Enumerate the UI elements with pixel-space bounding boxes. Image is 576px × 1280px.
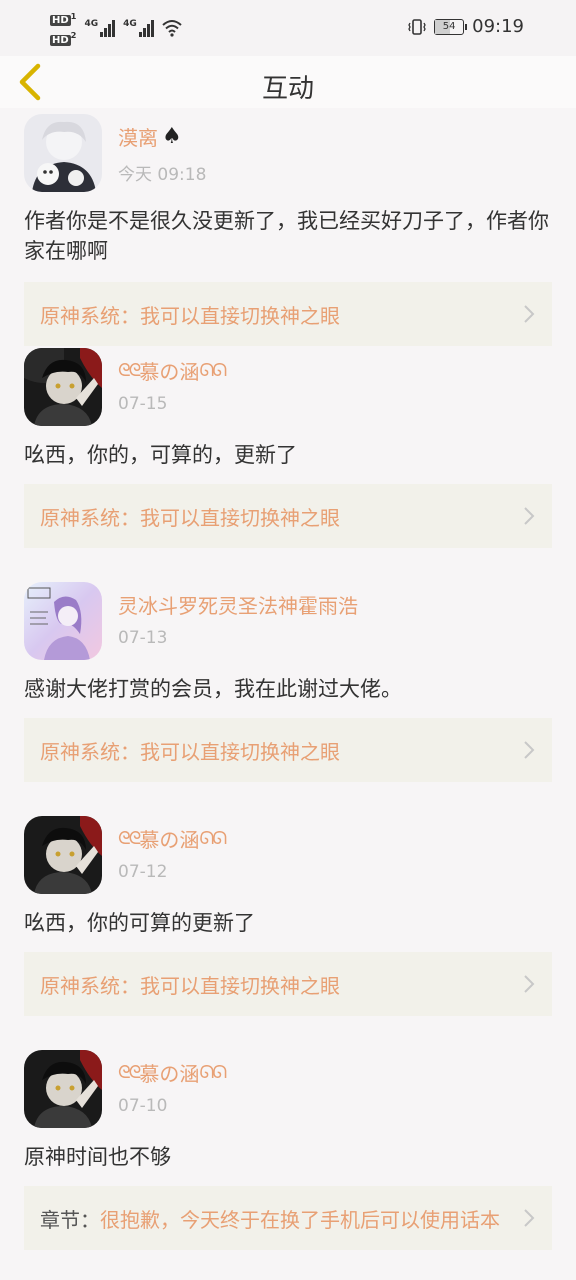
chevron-right-icon (524, 975, 535, 993)
comment-item: 漠离 ♠ 今天 09:18 作者你是不是很久没更新了，我已经买好刀子了，作者你家在… (0, 108, 576, 346)
chevron-right-icon (524, 507, 535, 525)
avatar[interactable] (24, 816, 102, 894)
spade-icon: ♠ (162, 124, 182, 149)
username[interactable]: 漠离 ♠ (118, 122, 182, 151)
comment-item: 灵冰斗罗死灵圣法神霍雨浩 07-13 感谢大佬打赏的会员，我在此谢过大佬。 原神… (0, 576, 576, 810)
chapter-link-card[interactable]: 章节：很抱歉，今天终于在换了手机后可以使用话本 (24, 1186, 552, 1250)
decoration-icon: ᘓᘓ (118, 828, 141, 849)
comment-text: 原神时间也不够 (24, 1145, 171, 1169)
signal-icon: 4G (123, 19, 154, 38)
comment-time: 07-12 (118, 862, 168, 882)
avatar[interactable] (24, 582, 102, 660)
comment-text: 吆西，你的，可算的，更新了 (24, 443, 297, 467)
avatar[interactable] (24, 114, 102, 192)
comment-feed[interactable]: 漠离 ♠ 今天 09:18 作者你是不是很久没更新了，我已经买好刀子了，作者你家在… (0, 108, 576, 1278)
decoration-icon: ᘓᘓ (118, 1062, 141, 1083)
comment-time: 今天 09:18 (118, 165, 207, 185)
comment-time: 07-15 (118, 394, 168, 414)
comment-text: 吆西，你的可算的更新了 (24, 911, 255, 935)
book-link-card[interactable]: 原神系统：我可以直接切换神之眼 (24, 282, 552, 346)
comment-item: ᘓᘓ 慕の涵 ᘏᘏ 07-10 原神时间也不够 章节：很抱歉，今天终于在换了手机… (0, 1044, 576, 1278)
comment-item: ᘓᘓ 慕の涵 ᘏᘏ 07-15 吆西，你的，可算的，更新了 原神系统：我可以直接… (0, 342, 576, 576)
nav-bar: 互动 (0, 56, 576, 108)
chapter-prefix: 章节： (40, 1207, 100, 1232)
signal-icon: 4G (84, 19, 116, 38)
username[interactable]: ᘓᘓ 慕の涵 ᘏᘏ (118, 824, 227, 853)
comment-text: 感谢大佬打赏的会员，我在此谢过大佬。 (24, 677, 402, 701)
book-link-text: 原神系统：我可以直接切换神之眼 (40, 739, 340, 764)
hd-icon: HD 2 (50, 30, 77, 46)
hd-icon: HD 1 (50, 11, 77, 27)
avatar[interactable] (24, 348, 102, 426)
book-link-card[interactable]: 原神系统：我可以直接切换神之眼 (24, 484, 552, 548)
vibrate-icon (408, 18, 426, 35)
comment-time: 07-13 (118, 628, 168, 648)
battery-icon: 54 (434, 18, 468, 35)
avatar[interactable] (24, 1050, 102, 1128)
decoration-icon: ᘏᘏ (199, 360, 227, 381)
decoration-icon: ᘏᘏ (199, 1062, 227, 1083)
clock: 09:19 (472, 16, 524, 37)
chevron-right-icon (524, 741, 535, 759)
book-link-card[interactable]: 原神系统：我可以直接切换神之眼 (24, 952, 552, 1016)
book-link-text: 原神系统：我可以直接切换神之眼 (40, 505, 340, 530)
wifi-icon (162, 20, 182, 37)
comment-time: 07-10 (118, 1096, 168, 1116)
comment-text: 作者你是不是很久没更新了，我已经买好刀子了，作者你家在哪啊 (24, 209, 549, 263)
status-bar: HD 1 HD 2 4G 4G 54 09:19 (0, 0, 576, 56)
chevron-right-icon (524, 305, 535, 323)
book-link-card[interactable]: 原神系统：我可以直接切换神之眼 (24, 718, 552, 782)
chevron-right-icon (524, 1209, 535, 1227)
book-link-text: 原神系统：我可以直接切换神之眼 (40, 973, 340, 998)
username[interactable]: ᘓᘓ 慕の涵 ᘏᘏ (118, 356, 227, 385)
decoration-icon: ᘏᘏ (199, 828, 227, 849)
decoration-icon: ᘓᘓ (118, 360, 141, 381)
page-title: 互动 (261, 74, 314, 104)
username[interactable]: 灵冰斗罗死灵圣法神霍雨浩 (118, 590, 358, 619)
battery-level: 54 (442, 20, 456, 32)
chapter-link-text: 章节：很抱歉，今天终于在换了手机后可以使用话本 (40, 1207, 500, 1232)
username[interactable]: ᘓᘓ 慕の涵 ᘏᘏ (118, 1058, 227, 1087)
comment-item: ᘓᘓ 慕の涵 ᘏᘏ 07-12 吆西，你的可算的更新了 原神系统：我可以直接切换… (0, 810, 576, 1044)
book-link-text: 原神系统：我可以直接切换神之眼 (40, 303, 340, 328)
